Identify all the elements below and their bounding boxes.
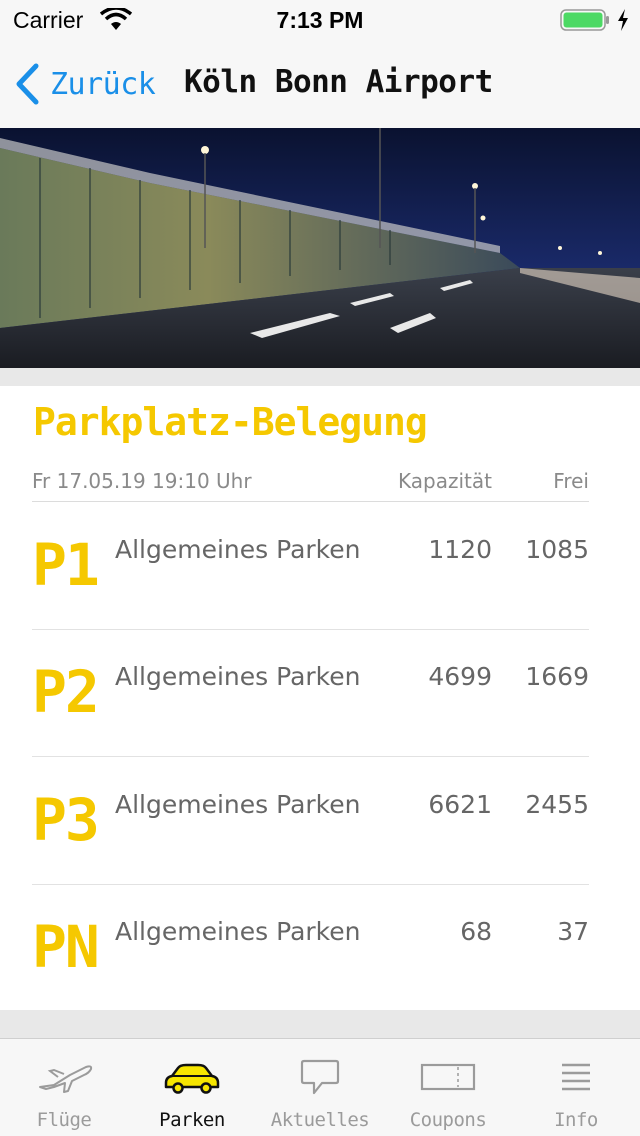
tab-parken[interactable]: Parken [128, 1039, 256, 1136]
menu-lines-icon [562, 1063, 590, 1091]
tab-label: Info [554, 1109, 598, 1131]
capacity-value: 4699 [428, 662, 492, 691]
parking-code: PN [32, 913, 100, 981]
back-button[interactable]: Zurück [14, 62, 156, 106]
parking-code: P2 [32, 658, 100, 726]
table-header: Fr 17.05.19 19:10 Uhr Kapazität Frei [32, 464, 589, 502]
tab-bar: Flüge Parken Aktuelles Coupons Info [0, 1038, 640, 1136]
page-title: Köln Bonn Airport [184, 64, 493, 100]
parking-name: Allgemeines Parken [115, 917, 361, 946]
free-value: 1669 [525, 662, 589, 691]
speech-bubble-icon [300, 1059, 340, 1095]
charging-bolt-icon [618, 9, 628, 31]
free-value: 37 [557, 917, 589, 946]
capacity-value: 6621 [428, 790, 492, 819]
parking-name: Allgemeines Parken [115, 662, 361, 691]
capacity-value: 68 [460, 917, 492, 946]
back-label: Zurück [50, 66, 156, 102]
ticket-icon [420, 1063, 476, 1091]
tab-fluege[interactable]: Flüge [0, 1039, 128, 1136]
airport-parking-photo [0, 128, 640, 368]
free-value: 1085 [525, 535, 589, 564]
column-header-capacity: Kapazität [398, 469, 492, 493]
parking-name: Allgemeines Parken [115, 535, 361, 564]
column-header-free: Frei [553, 469, 589, 493]
parking-occupancy-card: Parkplatz-Belegung Fr 17.05.19 19:10 Uhr… [0, 386, 640, 1010]
tab-aktuelles[interactable]: Aktuelles [256, 1039, 384, 1136]
tab-coupons[interactable]: Coupons [384, 1039, 512, 1136]
tab-label: Parken [159, 1109, 225, 1131]
free-value: 2455 [525, 790, 589, 819]
airplane-icon [39, 1065, 93, 1093]
parking-code: P3 [32, 786, 100, 854]
navigation-bar: Zurück Köln Bonn Airport [0, 40, 640, 128]
clock: 7:13 PM [276, 7, 364, 33]
capacity-value: 1120 [428, 535, 492, 564]
parking-code: P1 [32, 531, 100, 599]
status-bar: Carrier 7:13 PM [0, 0, 640, 40]
table-row[interactable]: PN Allgemeines Parken 68 37 [32, 885, 589, 1012]
parking-name: Allgemeines Parken [115, 790, 361, 819]
tab-label: Aktuelles [270, 1109, 370, 1131]
timestamp: Fr 17.05.19 19:10 Uhr [32, 469, 252, 493]
tab-label: Flüge [36, 1109, 92, 1131]
tab-label: Coupons [409, 1109, 487, 1131]
car-icon [164, 1063, 220, 1094]
tab-info[interactable]: Info [512, 1039, 640, 1136]
table-row[interactable]: P3 Allgemeines Parken 6621 2455 [32, 758, 589, 885]
section-title: Parkplatz-Belegung [33, 400, 428, 444]
chevron-left-icon [16, 63, 39, 105]
battery-icon [560, 9, 609, 31]
table-row[interactable]: P1 Allgemeines Parken 1120 1085 [32, 503, 589, 630]
table-row[interactable]: P2 Allgemeines Parken 4699 1669 [32, 630, 589, 757]
